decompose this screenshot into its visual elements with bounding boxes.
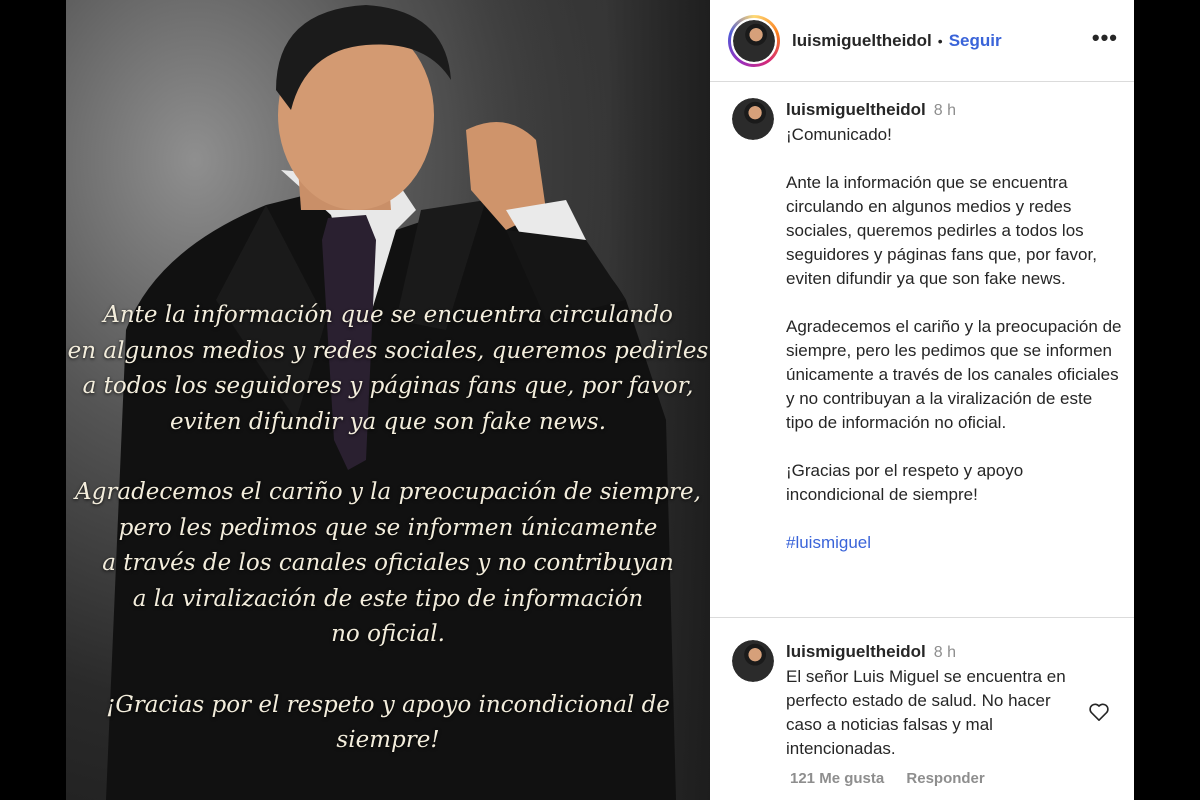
caption-paragraph: ¡Comunicado! (786, 125, 892, 144)
separator-dot: • (937, 32, 943, 49)
overlay-line: en algunos medios y redes sociales, quer… (67, 337, 709, 364)
overlay-line: a todos los seguidores y páginas fans qu… (82, 373, 694, 399)
caption-username[interactable]: luismigueltheidol (786, 100, 926, 119)
avatar[interactable] (732, 640, 774, 682)
hashtag-link[interactable]: #luismiguel (786, 531, 1122, 555)
caption-time[interactable]: 8 h (934, 102, 956, 119)
overlay-paragraph-1: Ante la información que se encuentra cir… (66, 298, 710, 440)
comment-username[interactable]: luismigueltheidol (786, 642, 926, 661)
comment-text: El señor Luis Miguel se encuentra en per… (786, 667, 1066, 758)
overlay-line: a través de los canales oficiales y no c… (102, 550, 674, 576)
avatar[interactable] (731, 17, 777, 64)
caption: luismigueltheidol 8 h ¡Comunicado! Ante l… (732, 98, 1122, 555)
divider (710, 617, 1134, 618)
overlay-line: ¡Gracias por el respeto y apoyo incondic… (106, 691, 670, 754)
heart-icon[interactable] (1088, 702, 1110, 722)
comment-item: luismigueltheidol 8 h El señor Luis Migue… (732, 640, 1122, 761)
post-image[interactable]: Ante la información que se encuentra cir… (66, 0, 710, 800)
overlay-line: Ante la información que se encuentra cir… (103, 302, 673, 328)
overlay-paragraph-3: ¡Gracias por el respeto y apoyo incondic… (66, 688, 710, 759)
overlay-paragraph-2: Agradecemos el cariño y la preocupación … (66, 475, 710, 653)
overlay-line: no oficial. (331, 621, 445, 647)
avatar[interactable] (732, 98, 774, 140)
comment-meta: 121 Me gusta Responder (790, 770, 1003, 787)
comment-time[interactable]: 8 h (934, 644, 956, 661)
overlay-line: Agradecemos el cariño y la preocupación … (75, 479, 701, 505)
caption-paragraph: ¡Gracias por el respeto y apoyo incondic… (786, 461, 1024, 504)
overlay-line: pero les pedimos que se informen únicame… (118, 514, 658, 541)
follow-button[interactable]: Seguir (949, 31, 1002, 51)
header-username[interactable]: luismigueltheidol (792, 31, 932, 51)
reply-button[interactable]: Responder (906, 770, 984, 787)
overlay-line: eviten difundir ya que son fake news. (169, 408, 607, 435)
more-icon[interactable]: ••• (1092, 27, 1118, 49)
story-ring[interactable] (728, 14, 780, 67)
overlay-line: a la viralización de este tipo de inform… (132, 585, 644, 612)
comment-likes[interactable]: 121 Me gusta (790, 770, 884, 787)
caption-paragraph: Ante la información que se encuentra cir… (786, 173, 1097, 288)
caption-paragraph: Agradecemos el cariño y la preocupación … (786, 317, 1122, 432)
post-overlay-text: Ante la información que se encuentra cir… (66, 298, 710, 794)
post-header: luismigueltheidol • Seguir ••• (710, 0, 1134, 82)
post-side-panel: luismigueltheidol • Seguir ••• luismigue… (710, 0, 1134, 800)
